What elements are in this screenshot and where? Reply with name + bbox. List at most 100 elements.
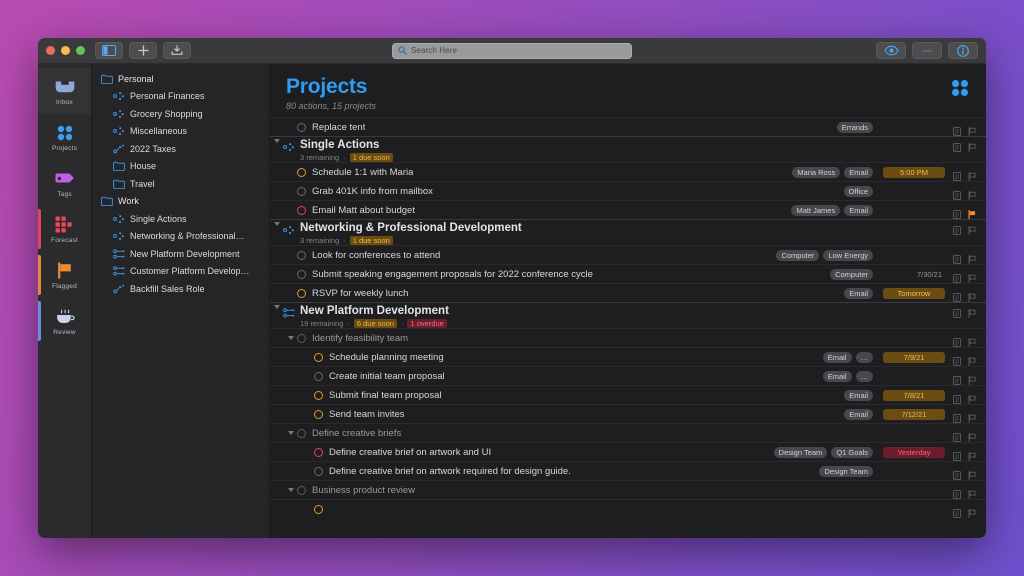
project-group-header[interactable]: Single Actions 3 remaining · 1 due soon — [270, 136, 986, 163]
project-group-header[interactable]: Networking & Professional Development 3 r… — [270, 219, 986, 246]
note-icon[interactable] — [953, 467, 961, 480]
tag-pill[interactable]: Matt James — [791, 204, 841, 216]
action-group-row[interactable]: Business product review — [270, 480, 986, 499]
task-status-circle[interactable] — [297, 122, 306, 132]
table-row[interactable]: Schedule 1:1 with Maria Maria Ross Email 5:… — [270, 162, 986, 181]
project-sidebar[interactable]: Personal Personal Finances Grocery Shoppin… — [92, 64, 270, 538]
flag-icon[interactable] — [968, 289, 976, 302]
note-icon[interactable] — [953, 187, 961, 200]
table-row[interactable]: Grab 401K info from mailbox Office — [270, 181, 986, 200]
share-button[interactable] — [912, 42, 942, 59]
table-row[interactable]: Create initial team proposal Email… — [270, 366, 986, 385]
inspector-button[interactable] — [948, 42, 978, 59]
task-status-circle[interactable] — [314, 447, 323, 457]
note-icon[interactable] — [953, 222, 961, 236]
task-status-circle[interactable] — [314, 390, 323, 400]
flag-icon[interactable] — [968, 372, 976, 385]
disclosure-triangle-icon[interactable] — [284, 431, 297, 436]
note-icon[interactable] — [953, 372, 961, 385]
tag-pill[interactable]: Email — [844, 287, 873, 299]
sidebar-project-item[interactable]: Customer Platform Develop… — [92, 263, 269, 281]
tag-pill[interactable]: Q1 Goals — [831, 446, 873, 458]
note-icon[interactable] — [953, 123, 961, 136]
sidebar-project-item[interactable]: Work — [92, 193, 269, 211]
note-icon[interactable] — [953, 270, 961, 283]
task-status-circle[interactable] — [297, 428, 306, 438]
zoom-button[interactable] — [76, 46, 85, 55]
task-list[interactable]: Replace tent Errands Single Actions 3 remai… — [270, 117, 986, 518]
sidebar-project-item[interactable]: Personal Finances — [92, 88, 269, 106]
tag-pill[interactable]: Low Energy — [823, 249, 873, 261]
flag-icon[interactable] — [968, 448, 976, 461]
search-input[interactable]: Search Here — [392, 42, 632, 59]
task-status-circle[interactable] — [297, 167, 306, 177]
note-icon[interactable] — [953, 139, 961, 153]
table-row[interactable]: Email Matt about budget Matt James Email — [270, 200, 986, 219]
tag-pill[interactable]: Errands — [836, 121, 873, 133]
task-status-circle[interactable] — [314, 466, 323, 476]
note-icon[interactable] — [953, 448, 961, 461]
note-icon[interactable] — [953, 391, 961, 404]
table-row[interactable]: Send team invites Email 7/12/21 — [270, 404, 986, 423]
task-status-circle[interactable] — [297, 186, 306, 196]
table-row[interactable] — [270, 499, 986, 518]
sidebar-project-item[interactable]: Travel — [92, 175, 269, 193]
tag-pill[interactable]: Computer — [776, 249, 820, 261]
note-icon[interactable] — [953, 289, 961, 302]
sidebar-project-item[interactable]: New Platform Development — [92, 245, 269, 263]
action-group-row[interactable]: Define creative briefs — [270, 423, 986, 442]
sidebar-item-inbox[interactable]: Inbox — [38, 68, 91, 114]
project-group-header[interactable]: New Platform Development 19 remaining · 6 d… — [270, 302, 986, 329]
sidebar-item-review[interactable]: Review — [38, 298, 91, 344]
tag-pill[interactable]: Design Team — [773, 446, 828, 458]
flag-icon[interactable] — [968, 505, 976, 518]
disclosure-triangle-icon[interactable] — [284, 336, 297, 341]
disclosure-triangle-icon[interactable] — [270, 222, 283, 227]
tag-pill[interactable]: Email — [844, 408, 873, 420]
note-icon[interactable] — [953, 353, 961, 366]
sidebar-project-item[interactable]: Networking & Professional… — [92, 228, 269, 246]
flag-icon[interactable] — [968, 410, 976, 423]
flag-icon[interactable] — [968, 467, 976, 480]
task-status-circle[interactable] — [297, 288, 306, 298]
sidebar-project-item[interactable]: Single Actions — [92, 210, 269, 228]
view-options-button[interactable] — [876, 42, 906, 59]
tag-pill[interactable]: … — [855, 351, 873, 363]
action-group-row[interactable]: Identify feasibility team — [270, 328, 986, 347]
note-icon[interactable] — [953, 505, 961, 518]
sidebar-item-flagged[interactable]: Flagged — [38, 252, 91, 298]
task-status-circle[interactable] — [297, 485, 306, 495]
sidebar-item-tags[interactable]: Tags — [38, 160, 91, 206]
sidebar-project-item[interactable]: Miscellaneous — [92, 123, 269, 141]
tag-pill[interactable]: Email — [844, 204, 873, 216]
flag-icon[interactable] — [968, 334, 976, 347]
sidebar-project-item[interactable]: Backfill Sales Role — [92, 280, 269, 298]
task-status-circle[interactable] — [297, 205, 306, 215]
tag-pill[interactable]: Email — [844, 389, 873, 401]
disclosure-triangle-icon[interactable] — [270, 139, 283, 144]
table-row[interactable]: Define creative brief on artwork and UI D… — [270, 442, 986, 461]
task-status-circle[interactable] — [297, 333, 306, 343]
flag-icon[interactable] — [968, 206, 976, 219]
note-icon[interactable] — [953, 168, 961, 181]
table-row[interactable]: Submit final team proposal Email 7/8/21 — [270, 385, 986, 404]
table-row[interactable]: Replace tent Errands — [270, 117, 986, 136]
flag-icon[interactable] — [968, 353, 976, 366]
tag-pill[interactable]: … — [855, 370, 873, 382]
add-button[interactable] — [129, 42, 157, 59]
tag-pill[interactable]: Email — [822, 351, 852, 363]
flag-icon[interactable] — [968, 391, 976, 404]
minimize-button[interactable] — [61, 46, 70, 55]
flag-icon[interactable] — [968, 123, 976, 136]
flag-icon[interactable] — [968, 429, 976, 442]
sidebar-item-forecast[interactable]: Forecast — [38, 206, 91, 252]
task-status-circle[interactable] — [297, 269, 306, 279]
tag-pill[interactable]: Office — [843, 185, 873, 197]
note-icon[interactable] — [953, 410, 961, 423]
note-icon[interactable] — [953, 486, 961, 499]
note-icon[interactable] — [953, 429, 961, 442]
inbox-button[interactable] — [163, 42, 191, 59]
sidebar-item-projects[interactable]: Projects — [38, 114, 91, 160]
tag-pill[interactable]: Computer — [830, 268, 873, 280]
tag-pill[interactable]: Design Team — [819, 465, 873, 477]
